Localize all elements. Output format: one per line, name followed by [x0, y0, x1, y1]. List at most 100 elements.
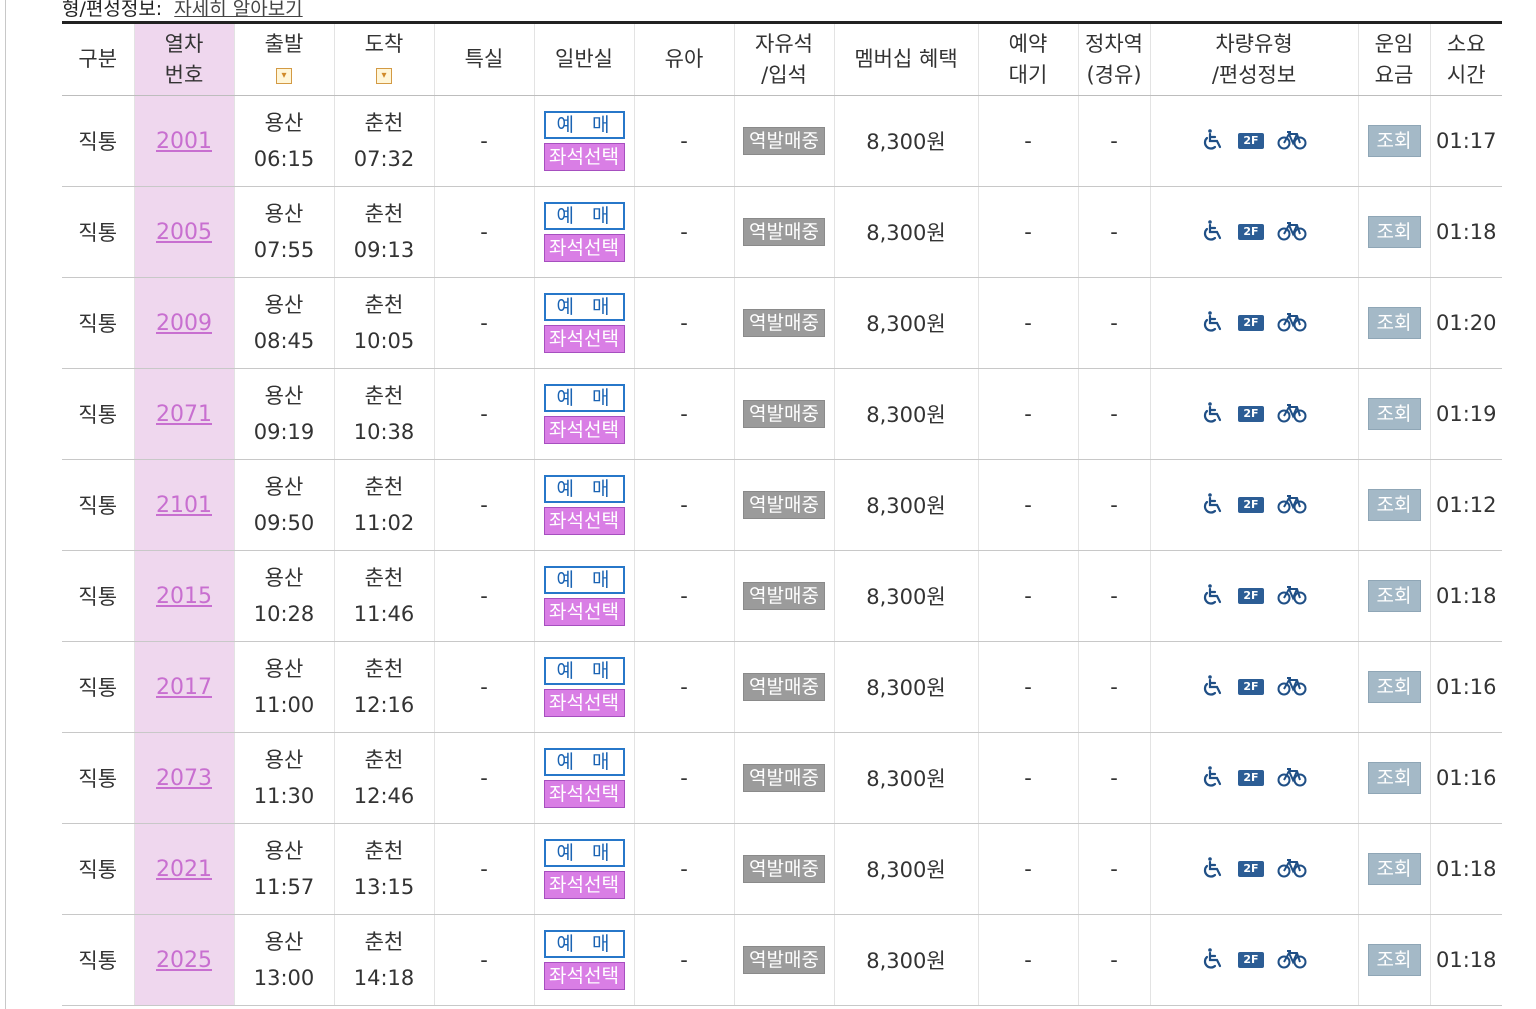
- seat-select-button[interactable]: 좌석선택: [543, 689, 625, 717]
- bicycle-icon[interactable]: [1277, 674, 1307, 701]
- cell-vehicle: 2F: [1150, 641, 1359, 733]
- seat-select-button[interactable]: 좌석선택: [543, 325, 625, 353]
- cell-general: 예 매 좌석선택: [534, 914, 635, 1006]
- reserve-button[interactable]: 예 매: [543, 293, 625, 321]
- wheelchair-icon[interactable]: [1201, 218, 1225, 247]
- train-number-link[interactable]: 2001: [156, 129, 212, 154]
- double-deck-2f-icon[interactable]: 2F: [1238, 679, 1264, 695]
- cell-train-no: 2005: [134, 186, 235, 278]
- double-deck-2f-icon[interactable]: 2F: [1238, 770, 1264, 786]
- bicycle-icon[interactable]: [1277, 128, 1307, 155]
- reserve-button[interactable]: 예 매: [543, 748, 625, 776]
- cell-vehicle: 2F: [1150, 368, 1359, 460]
- cell-departure: 용산 11:30: [234, 732, 335, 824]
- wheelchair-icon[interactable]: [1201, 582, 1225, 611]
- fare-lookup-button[interactable]: 조회: [1367, 307, 1421, 339]
- bicycle-icon[interactable]: [1277, 219, 1307, 246]
- sort-arrival-icon[interactable]: ▾: [376, 67, 392, 84]
- train-number-link[interactable]: 2009: [156, 311, 212, 336]
- reserve-button[interactable]: 예 매: [543, 566, 625, 594]
- cell-special: -: [434, 914, 535, 1006]
- wheelchair-icon[interactable]: [1201, 673, 1225, 702]
- seat-select-button[interactable]: 좌석선택: [543, 780, 625, 808]
- cell-infant: -: [634, 641, 735, 733]
- bicycle-icon[interactable]: [1277, 310, 1307, 337]
- double-deck-2f-icon[interactable]: 2F: [1238, 952, 1264, 968]
- fare-lookup-button[interactable]: 조회: [1367, 762, 1421, 794]
- double-deck-2f-icon[interactable]: 2F: [1238, 133, 1264, 149]
- fare-lookup-button[interactable]: 조회: [1367, 216, 1421, 248]
- wheelchair-icon[interactable]: [1201, 491, 1225, 520]
- seat-select-button[interactable]: 좌석선택: [543, 143, 625, 171]
- reserve-button[interactable]: 예 매: [543, 930, 625, 958]
- train-number-link[interactable]: 2005: [156, 220, 212, 245]
- bicycle-icon[interactable]: [1277, 401, 1307, 428]
- double-deck-2f-icon[interactable]: 2F: [1238, 497, 1264, 513]
- reserve-button[interactable]: 예 매: [543, 839, 625, 867]
- cell-special: -: [434, 550, 535, 642]
- cell-standing: 역발매중: [734, 368, 835, 460]
- cell-fare: 조회: [1358, 732, 1431, 824]
- train-number-link[interactable]: 2021: [156, 857, 212, 882]
- double-deck-2f-icon[interactable]: 2F: [1238, 315, 1264, 331]
- wheelchair-icon[interactable]: [1201, 764, 1225, 793]
- wheelchair-icon[interactable]: [1201, 309, 1225, 338]
- bicycle-icon[interactable]: [1277, 856, 1307, 883]
- col-arrival[interactable]: 도착 ▾: [334, 24, 435, 96]
- wheelchair-icon[interactable]: [1201, 400, 1225, 429]
- cell-duration: 01:19: [1430, 368, 1502, 460]
- cell-departure: 용산 11:57: [234, 823, 335, 915]
- reserve-button[interactable]: 예 매: [543, 202, 625, 230]
- double-deck-2f-icon[interactable]: 2F: [1238, 406, 1264, 422]
- fare-lookup-button[interactable]: 조회: [1367, 398, 1421, 430]
- double-deck-2f-icon[interactable]: 2F: [1238, 224, 1264, 240]
- train-number-link[interactable]: 2017: [156, 675, 212, 700]
- cell-infant: -: [634, 277, 735, 369]
- cell-standing: 역발매중: [734, 550, 835, 642]
- train-number-link[interactable]: 2015: [156, 584, 212, 609]
- bicycle-icon[interactable]: [1277, 947, 1307, 974]
- seat-select-button[interactable]: 좌석선택: [543, 871, 625, 899]
- bicycle-icon[interactable]: [1277, 765, 1307, 792]
- seat-select-button[interactable]: 좌석선택: [543, 234, 625, 262]
- wheelchair-icon[interactable]: [1201, 946, 1225, 975]
- cell-infant: -: [634, 823, 735, 915]
- detail-link[interactable]: 자세히 알아보기: [174, 0, 302, 20]
- fare-lookup-button[interactable]: 조회: [1367, 944, 1421, 976]
- train-number-link[interactable]: 2101: [156, 493, 212, 518]
- cell-type: 직통: [62, 823, 135, 915]
- cell-special: -: [434, 641, 535, 733]
- cell-general: 예 매 좌석선택: [534, 550, 635, 642]
- reserve-button[interactable]: 예 매: [543, 384, 625, 412]
- reserve-button[interactable]: 예 매: [543, 111, 625, 139]
- fare-lookup-button[interactable]: 조회: [1367, 671, 1421, 703]
- col-departure[interactable]: 출발 ▾: [234, 24, 335, 96]
- cell-departure: 용산 09:19: [234, 368, 335, 460]
- wheelchair-icon[interactable]: [1201, 127, 1225, 156]
- double-deck-2f-icon[interactable]: 2F: [1238, 861, 1264, 877]
- cell-standing: 역발매중: [734, 186, 835, 278]
- train-number-link[interactable]: 2025: [156, 948, 212, 973]
- fare-lookup-button[interactable]: 조회: [1367, 489, 1421, 521]
- fare-lookup-button[interactable]: 조회: [1367, 580, 1421, 612]
- cell-infant: -: [634, 732, 735, 824]
- cell-stop-station: -: [1078, 823, 1151, 915]
- wheelchair-icon[interactable]: [1201, 855, 1225, 884]
- sort-departure-icon[interactable]: ▾: [276, 67, 292, 84]
- cell-membership: 8,300원: [834, 95, 979, 187]
- reserve-button[interactable]: 예 매: [543, 475, 625, 503]
- double-deck-2f-icon[interactable]: 2F: [1238, 588, 1264, 604]
- bicycle-icon[interactable]: [1277, 583, 1307, 610]
- train-number-link[interactable]: 2071: [156, 402, 212, 427]
- reserve-button[interactable]: 예 매: [543, 657, 625, 685]
- fare-lookup-button[interactable]: 조회: [1367, 125, 1421, 157]
- seat-select-button[interactable]: 좌석선택: [543, 416, 625, 444]
- seat-select-button[interactable]: 좌석선택: [543, 598, 625, 626]
- seat-select-button[interactable]: 좌석선택: [543, 962, 625, 990]
- bicycle-icon[interactable]: [1277, 492, 1307, 519]
- train-number-link[interactable]: 2073: [156, 766, 212, 791]
- seat-select-button[interactable]: 좌석선택: [543, 507, 625, 535]
- cell-special: -: [434, 368, 535, 460]
- fare-lookup-button[interactable]: 조회: [1367, 853, 1421, 885]
- cell-fare: 조회: [1358, 277, 1431, 369]
